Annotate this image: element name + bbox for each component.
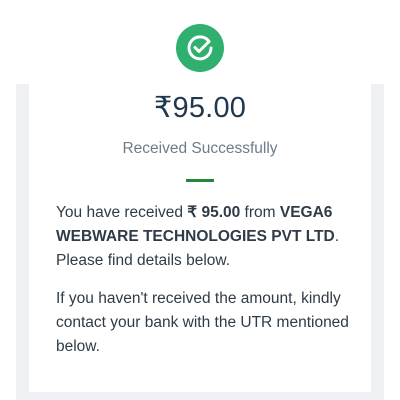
payment-receipt-screen: ₹95.00 Received Successfully You have re… xyxy=(0,0,400,400)
message-amount: ₹ 95.00 xyxy=(187,204,241,221)
divider xyxy=(186,179,214,182)
help-message: If you haven't received the amount, kind… xyxy=(56,290,349,355)
check-circle-icon xyxy=(176,24,224,72)
received-message: You have received ₹ 95.00 from VEGA6 WEB… xyxy=(56,201,356,273)
status-text: Received Successfully xyxy=(122,140,278,157)
message-suffix: from xyxy=(240,204,276,221)
message-prefix: You have received xyxy=(56,204,188,221)
received-amount: ₹95.00 xyxy=(153,92,247,124)
